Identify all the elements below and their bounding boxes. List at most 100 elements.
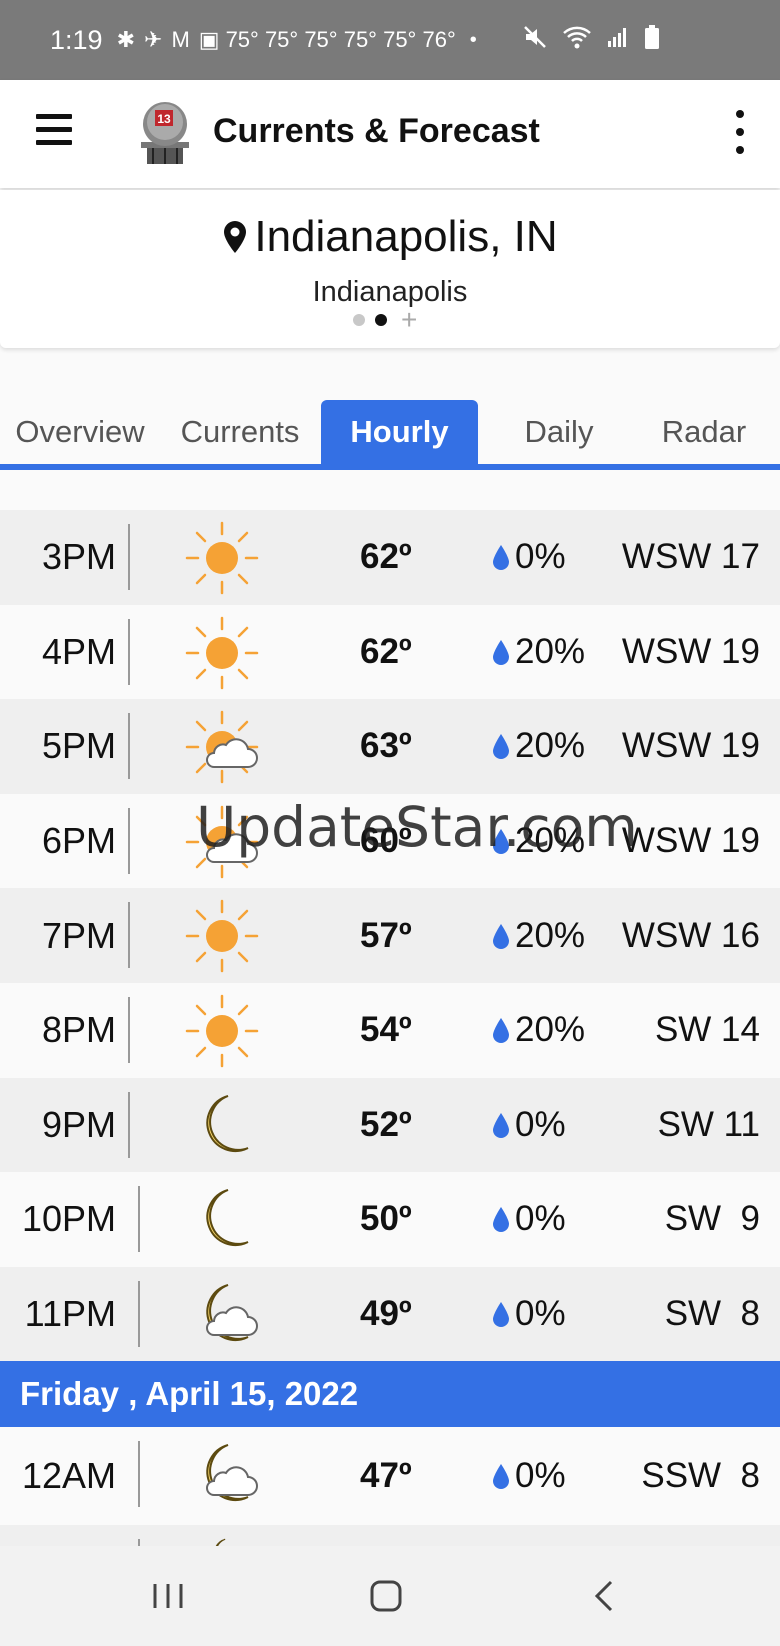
tab-currents[interactable]: Currents — [160, 400, 320, 464]
back-icon[interactable] — [580, 1574, 630, 1618]
gmail-icon: M — [171, 27, 190, 52]
moon-cloud-icon — [206, 1444, 258, 1502]
hour-label: 6PM — [41, 820, 116, 862]
row-divider — [128, 618, 130, 685]
row-divider — [128, 807, 130, 874]
hour-label: 3PM — [41, 536, 116, 578]
row-divider — [128, 902, 130, 969]
location-city: Indianapolis, IN — [254, 212, 558, 261]
watermark: UpdateStar.com — [196, 795, 638, 859]
app-bar: 13 Currents & Forecast — [0, 80, 780, 188]
hour-precip: 0% — [491, 1172, 566, 1267]
wthr-logo: 13 — [141, 102, 189, 164]
hour-label: 5PM — [41, 725, 116, 767]
precip-value: 0% — [515, 1104, 566, 1144]
hour-label: 11PM — [24, 1293, 116, 1335]
hour-label: 12AM — [21, 1455, 116, 1497]
sun-icon — [185, 521, 259, 595]
tab-daily[interactable]: Daily — [480, 400, 638, 464]
precip-value: 0% — [515, 1199, 566, 1239]
hour-temperature: 63º — [360, 726, 412, 766]
hour-precip: 20% — [491, 983, 585, 1078]
precip-value: 20% — [515, 726, 586, 766]
hour-temperature: 52º — [360, 1104, 412, 1144]
hour-temperature: 62º — [360, 537, 412, 577]
hour-temperature: 57º — [360, 915, 412, 955]
hourly-row[interactable]: 3PM 62º 0% WSW 17 — [0, 510, 780, 605]
hour-label: 10PM — [21, 1198, 116, 1240]
row-divider — [128, 713, 130, 780]
status-time: 1:19 — [50, 24, 103, 55]
hour-wind: SW 8 — [664, 1294, 760, 1334]
hourly-row[interactable]: 7PM 57º 20% WSW 16 — [0, 888, 780, 983]
temperature-notifications: 75° 75° 75° 75° 75° 76° — [225, 27, 456, 52]
hour-wind: WSW 17 — [621, 537, 760, 577]
recent-apps-icon[interactable] — [143, 1574, 193, 1618]
tab-radar[interactable]: Radar — [640, 400, 768, 464]
day-header: Friday , April 15, 2022 — [0, 1361, 780, 1428]
signal-icon — [606, 25, 630, 56]
slack-icon: ✱ — [116, 27, 135, 52]
battery-icon — [644, 24, 660, 57]
location-card[interactable]: Indianapolis, IN Indianapolis + — [0, 190, 780, 348]
hour-precip: 0% — [491, 510, 566, 605]
hourly-row[interactable]: 5PM 63º 20% WSW 19 — [0, 699, 780, 794]
tab-overview[interactable]: Overview — [0, 400, 160, 464]
raindrop-icon — [493, 1112, 509, 1138]
hour-wind: WSW 19 — [621, 821, 760, 861]
hourly-row[interactable]: 10PM 50º 0% SW 9 — [0, 1172, 780, 1267]
status-bar: 1:19 ✱ ✈ M ▣ 75° 75° 75° 75° 75° 76° • — [0, 0, 780, 80]
tab-hourly[interactable]: Hourly — [321, 400, 478, 464]
hour-wind: WSW 19 — [621, 631, 760, 671]
hourly-row[interactable]: 12AM 47º 0% SSW 8 — [0, 1427, 780, 1526]
system-nav-bar — [0, 1546, 780, 1646]
hour-precip: 20% — [491, 605, 585, 700]
hour-precip: 20% — [491, 699, 585, 794]
location-pager[interactable]: + — [353, 306, 417, 334]
raindrop-icon — [493, 639, 509, 665]
hour-label: 7PM — [41, 914, 116, 956]
sun-icon — [185, 900, 259, 973]
precip-value: 20% — [515, 631, 586, 671]
wifi-icon — [562, 24, 592, 57]
hourly-row[interactable]: 4PM 62º 20% WSW 19 — [0, 604, 780, 700]
pager-dot-active[interactable] — [375, 314, 387, 326]
precip-value: 0% — [515, 1294, 566, 1334]
add-location-icon[interactable]: + — [401, 306, 417, 334]
hourly-row[interactable]: 8PM 54º 20% SW 14 — [0, 982, 780, 1078]
hour-wind: SSW 8 — [641, 1456, 760, 1496]
pager-dot[interactable] — [353, 314, 365, 326]
raindrop-icon — [493, 545, 509, 571]
hamburger-menu-icon[interactable] — [36, 114, 72, 150]
hour-precip: 20% — [491, 888, 585, 983]
row-divider — [128, 1091, 130, 1158]
moon-icon — [206, 1094, 249, 1152]
mute-icon — [522, 24, 548, 57]
home-icon[interactable] — [361, 1574, 411, 1618]
hour-temperature: 54º — [360, 1010, 412, 1050]
location-subtitle: Indianapolis — [312, 276, 468, 308]
hour-wind: SW 11 — [657, 1104, 760, 1144]
row-divider — [138, 1280, 140, 1347]
gallery-icon: ▣ — [198, 27, 220, 52]
notification-icons: ✱ ✈ M ▣ — [117, 27, 220, 53]
raindrop-icon — [493, 1302, 509, 1328]
moon-icon — [206, 1189, 249, 1247]
hour-temperature: 49º — [360, 1294, 412, 1334]
row-divider — [138, 1441, 140, 1508]
logo-text: 13 — [157, 112, 171, 126]
more-options-icon[interactable] — [730, 110, 750, 154]
app-title: Currents & Forecast — [213, 112, 540, 150]
raindrop-icon — [493, 734, 509, 760]
hourly-row[interactable]: 11PM 49º 0% SW 8 — [0, 1266, 780, 1362]
sun-icon — [185, 616, 259, 689]
hourly-row[interactable]: 9PM 52º 0% SW 11 — [0, 1077, 780, 1173]
hour-label: 8PM — [41, 1009, 116, 1051]
raindrop-icon — [493, 1464, 509, 1490]
raindrop-icon — [493, 1207, 509, 1233]
satellite-icon: ✈ — [144, 27, 163, 52]
row-divider — [128, 524, 130, 590]
sun-icon — [185, 994, 259, 1068]
hour-precip: 0% — [491, 1267, 566, 1362]
hour-wind: SW 14 — [654, 1010, 760, 1050]
